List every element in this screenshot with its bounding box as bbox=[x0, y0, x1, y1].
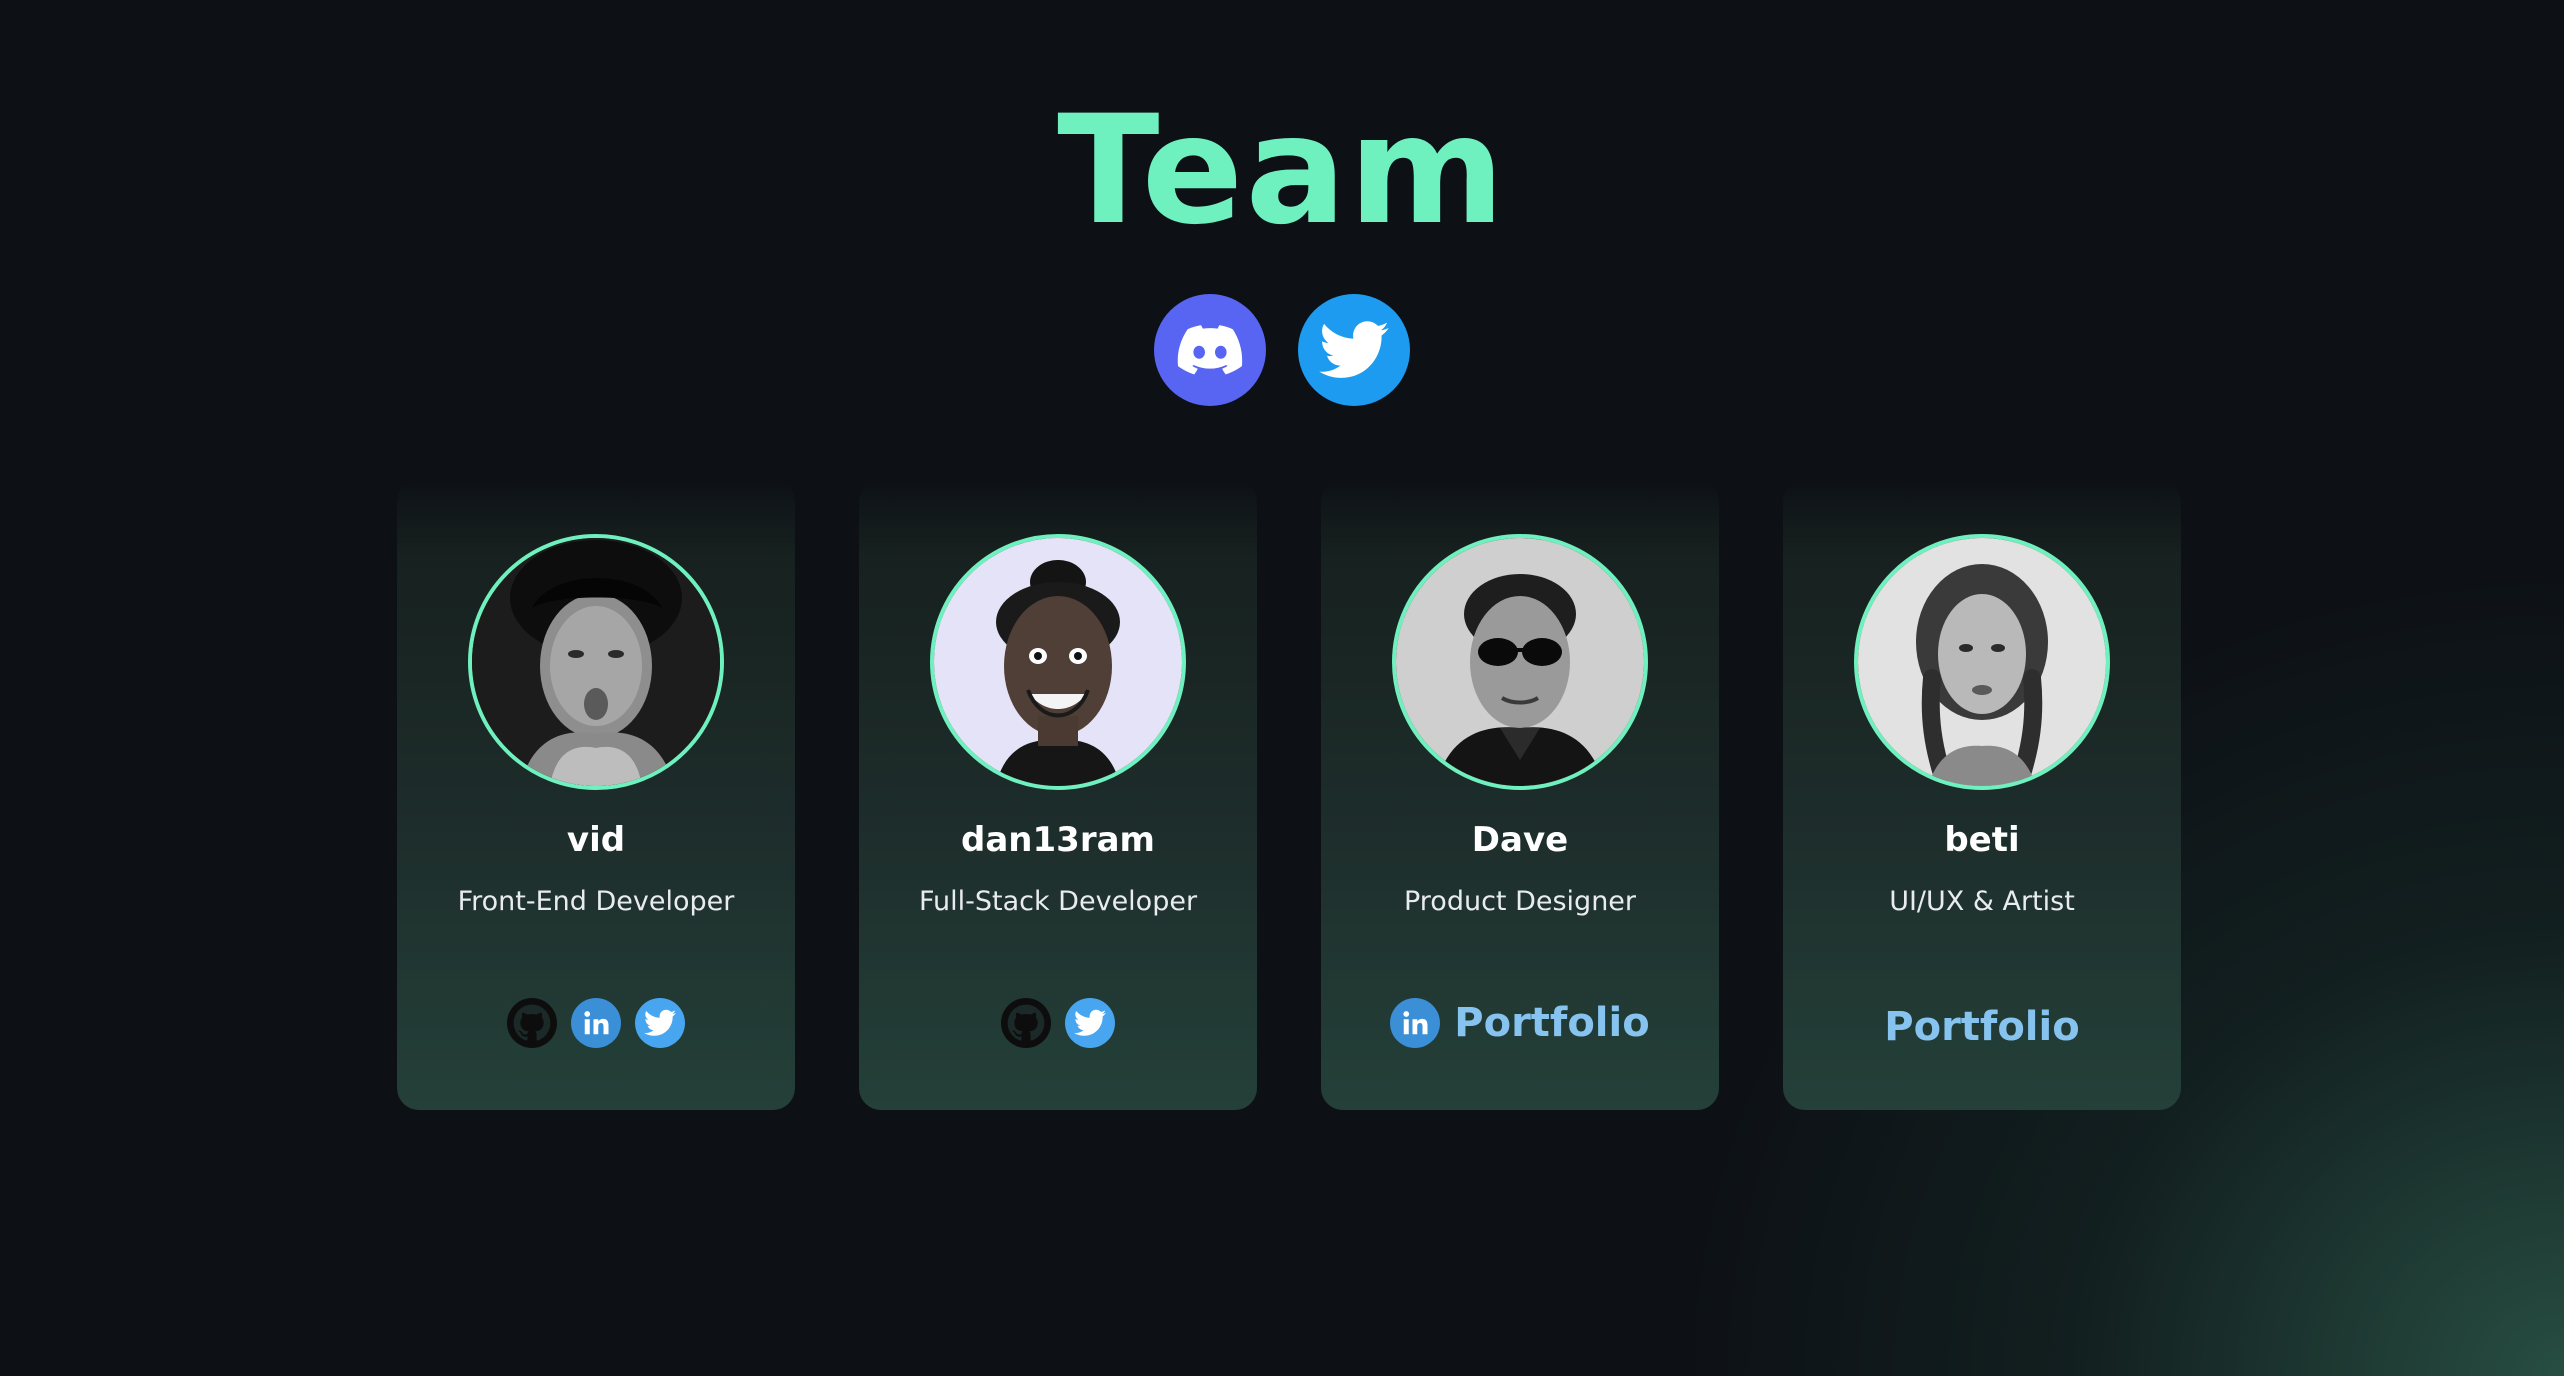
avatar bbox=[1392, 534, 1648, 790]
member-card-vid: vid Front-End Developer bbox=[397, 480, 795, 1110]
github-icon bbox=[507, 998, 557, 1048]
portfolio-link[interactable]: Portfolio bbox=[1884, 1002, 2079, 1052]
twitter-icon bbox=[1074, 1009, 1106, 1036]
member-card-dave: Dave Product Designer Portfolio bbox=[1321, 480, 1719, 1110]
discord-icon bbox=[1177, 325, 1243, 375]
member-role: Full-Stack Developer bbox=[918, 886, 1198, 917]
linkedin-link[interactable] bbox=[1390, 998, 1441, 1048]
avatar-photo-dan13ram bbox=[934, 538, 1182, 786]
page-title: Team bbox=[1057, 84, 1507, 258]
avatar-photo-vid bbox=[472, 538, 720, 786]
avatar-photo-dave bbox=[1396, 538, 1644, 786]
avatar bbox=[930, 534, 1186, 790]
member-links: Portfolio bbox=[1321, 998, 1719, 1048]
team-cards: vid Front-End Developer dan13ram Full-St… bbox=[397, 480, 2181, 1110]
linkedin-icon bbox=[1403, 1011, 1428, 1035]
member-links bbox=[397, 998, 795, 1048]
member-card-beti: beti UI/UX & Artist Portfolio bbox=[1783, 480, 2181, 1110]
member-card-dan13ram: dan13ram Full-Stack Developer bbox=[859, 480, 1257, 1110]
avatar-photo-beti bbox=[1858, 538, 2106, 786]
linkedin-icon bbox=[584, 1011, 609, 1035]
member-name: beti bbox=[1944, 820, 2020, 860]
linkedin-link[interactable] bbox=[571, 998, 621, 1048]
twitter-link[interactable] bbox=[1298, 294, 1410, 406]
twitter-link[interactable] bbox=[635, 998, 685, 1048]
community-links bbox=[0, 294, 2564, 406]
member-name: dan13ram bbox=[961, 820, 1155, 860]
github-link[interactable] bbox=[507, 998, 557, 1048]
member-role: Product Designer bbox=[1403, 886, 1637, 917]
avatar bbox=[468, 534, 724, 790]
member-links bbox=[859, 998, 1257, 1048]
member-name: Dave bbox=[1471, 820, 1569, 860]
twitter-link[interactable] bbox=[1065, 998, 1115, 1048]
discord-link[interactable] bbox=[1154, 294, 1266, 406]
member-role: Front-End Developer bbox=[457, 886, 735, 917]
member-name: vid bbox=[566, 820, 626, 860]
member-links: Portfolio bbox=[1783, 1002, 2181, 1052]
github-icon bbox=[1001, 998, 1051, 1048]
avatar bbox=[1854, 534, 2110, 790]
twitter-icon bbox=[644, 1009, 676, 1036]
github-link[interactable] bbox=[1001, 998, 1051, 1048]
portfolio-link[interactable]: Portfolio bbox=[1454, 998, 1649, 1048]
twitter-icon bbox=[1319, 321, 1389, 378]
member-role: UI/UX & Artist bbox=[1889, 886, 2075, 917]
